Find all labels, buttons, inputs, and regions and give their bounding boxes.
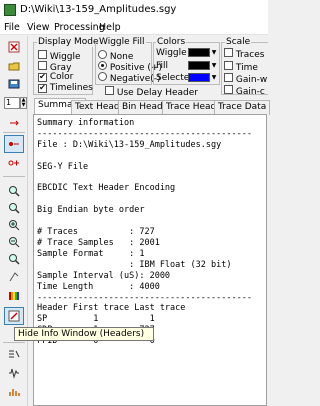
summary-text: Summary information ---------------------…	[34, 115, 266, 350]
pointer-icon[interactable]	[4, 135, 24, 153]
summary-line: SEG-Y File	[37, 161, 89, 172]
summary-line: : IBM Float (32 bit)	[37, 259, 232, 270]
app-icon	[4, 4, 16, 16]
colors-fill-label: Fill	[156, 61, 169, 71]
colors-fill-swatch[interactable]	[188, 61, 210, 70]
summary-line: Header First trace Last trace	[37, 303, 186, 314]
toolbar-separator	[3, 132, 25, 133]
menu-view[interactable]: View	[27, 22, 50, 33]
display-mode-color[interactable]: Color	[38, 72, 73, 82]
colors-wiggle-label: Wiggle	[156, 48, 187, 58]
menu-processing[interactable]: Processing	[54, 22, 105, 33]
chevron-down-icon[interactable]: ▼	[211, 48, 217, 57]
wavelet-icon[interactable]	[4, 364, 24, 382]
summary-line: ----------------------------------------…	[37, 292, 252, 303]
zoom-in-icon[interactable]	[4, 216, 24, 234]
zoom-area-icon[interactable]	[4, 199, 24, 217]
colors-selected-swatch[interactable]	[188, 73, 210, 82]
display-mode-title: Display Mode	[37, 37, 100, 47]
summary-line: EBCDIC Text Header Encoding	[37, 183, 176, 194]
menu-help[interactable]: Help	[99, 22, 121, 33]
color-bar-icon[interactable]	[4, 287, 24, 305]
toolbar-separator	[3, 342, 25, 343]
header-icon[interactable]	[4, 345, 24, 363]
scale-time[interactable]: Time	[224, 61, 258, 73]
summary-line: Sample Format : 1	[37, 248, 145, 259]
zoom-icon[interactable]	[4, 182, 24, 200]
crosshair-icon[interactable]	[4, 154, 24, 172]
tooltip: Hide Info Window (Headers)	[14, 327, 154, 341]
summary-line: Summary information	[37, 118, 135, 128]
info-window-icon[interactable]	[4, 307, 24, 325]
summary-line: Time Length : 4000	[37, 281, 160, 292]
summary-panel: Summary information ---------------------…	[33, 114, 267, 406]
summary-line: SP 1 1	[37, 314, 155, 325]
spectrum-icon[interactable]	[4, 383, 24, 401]
use-delay-header[interactable]: Use Delay Header	[105, 86, 198, 98]
menu-file[interactable]: File	[4, 22, 20, 33]
toolbar-separator	[3, 176, 25, 177]
tab-trace-data[interactable]: Trace Data	[214, 100, 271, 115]
wiggle-fill-title: Wiggle Fill	[98, 37, 146, 47]
scale-traces[interactable]: Traces	[224, 48, 264, 60]
summary-line: Sample Interval (uS): 2000	[37, 270, 171, 281]
window-title: D:\Wiki\13-159_Amplitudes.sgy	[20, 4, 177, 15]
summary-line	[37, 216, 263, 227]
scale-title: Scale	[225, 37, 252, 47]
select-trace-icon[interactable]	[4, 114, 24, 132]
summary-line: Big Endian byte order	[37, 205, 145, 216]
chevron-down-icon[interactable]: ▼	[211, 73, 217, 82]
colors-title: Colors	[156, 37, 187, 47]
summary-line	[37, 194, 263, 205]
summary-line: File : D:\Wiki\13-159_Amplitudes.sgy	[37, 139, 222, 150]
summary-line	[37, 151, 263, 162]
zoom-reset-icon[interactable]	[4, 250, 24, 268]
display-mode-timelines[interactable]: Timelines	[38, 83, 93, 93]
trace-number-input[interactable]: 1	[4, 97, 20, 109]
open-file-icon[interactable]	[4, 57, 24, 75]
colors-wiggle-swatch[interactable]	[188, 48, 210, 57]
wiggle-fill-negative[interactable]: Negative(-)	[98, 72, 161, 84]
save-icon[interactable]	[4, 75, 24, 93]
scale-gain-c[interactable]: Gain-c	[224, 85, 265, 97]
zoom-out-icon[interactable]	[4, 233, 24, 251]
summary-line	[37, 173, 263, 184]
trace-spinner[interactable]: ▲ ▼	[20, 97, 27, 109]
new-file-icon[interactable]	[4, 38, 24, 56]
chevron-down-icon[interactable]: ▼	[211, 61, 217, 70]
text-tool-icon[interactable]	[4, 268, 24, 286]
summary-line: ----------------------------------------…	[37, 128, 252, 139]
summary-line: # Trace Samples : 2001	[37, 237, 160, 248]
summary-line: # Traces : 727	[37, 227, 155, 238]
scale-gain-w[interactable]: Gain-w	[224, 73, 267, 85]
